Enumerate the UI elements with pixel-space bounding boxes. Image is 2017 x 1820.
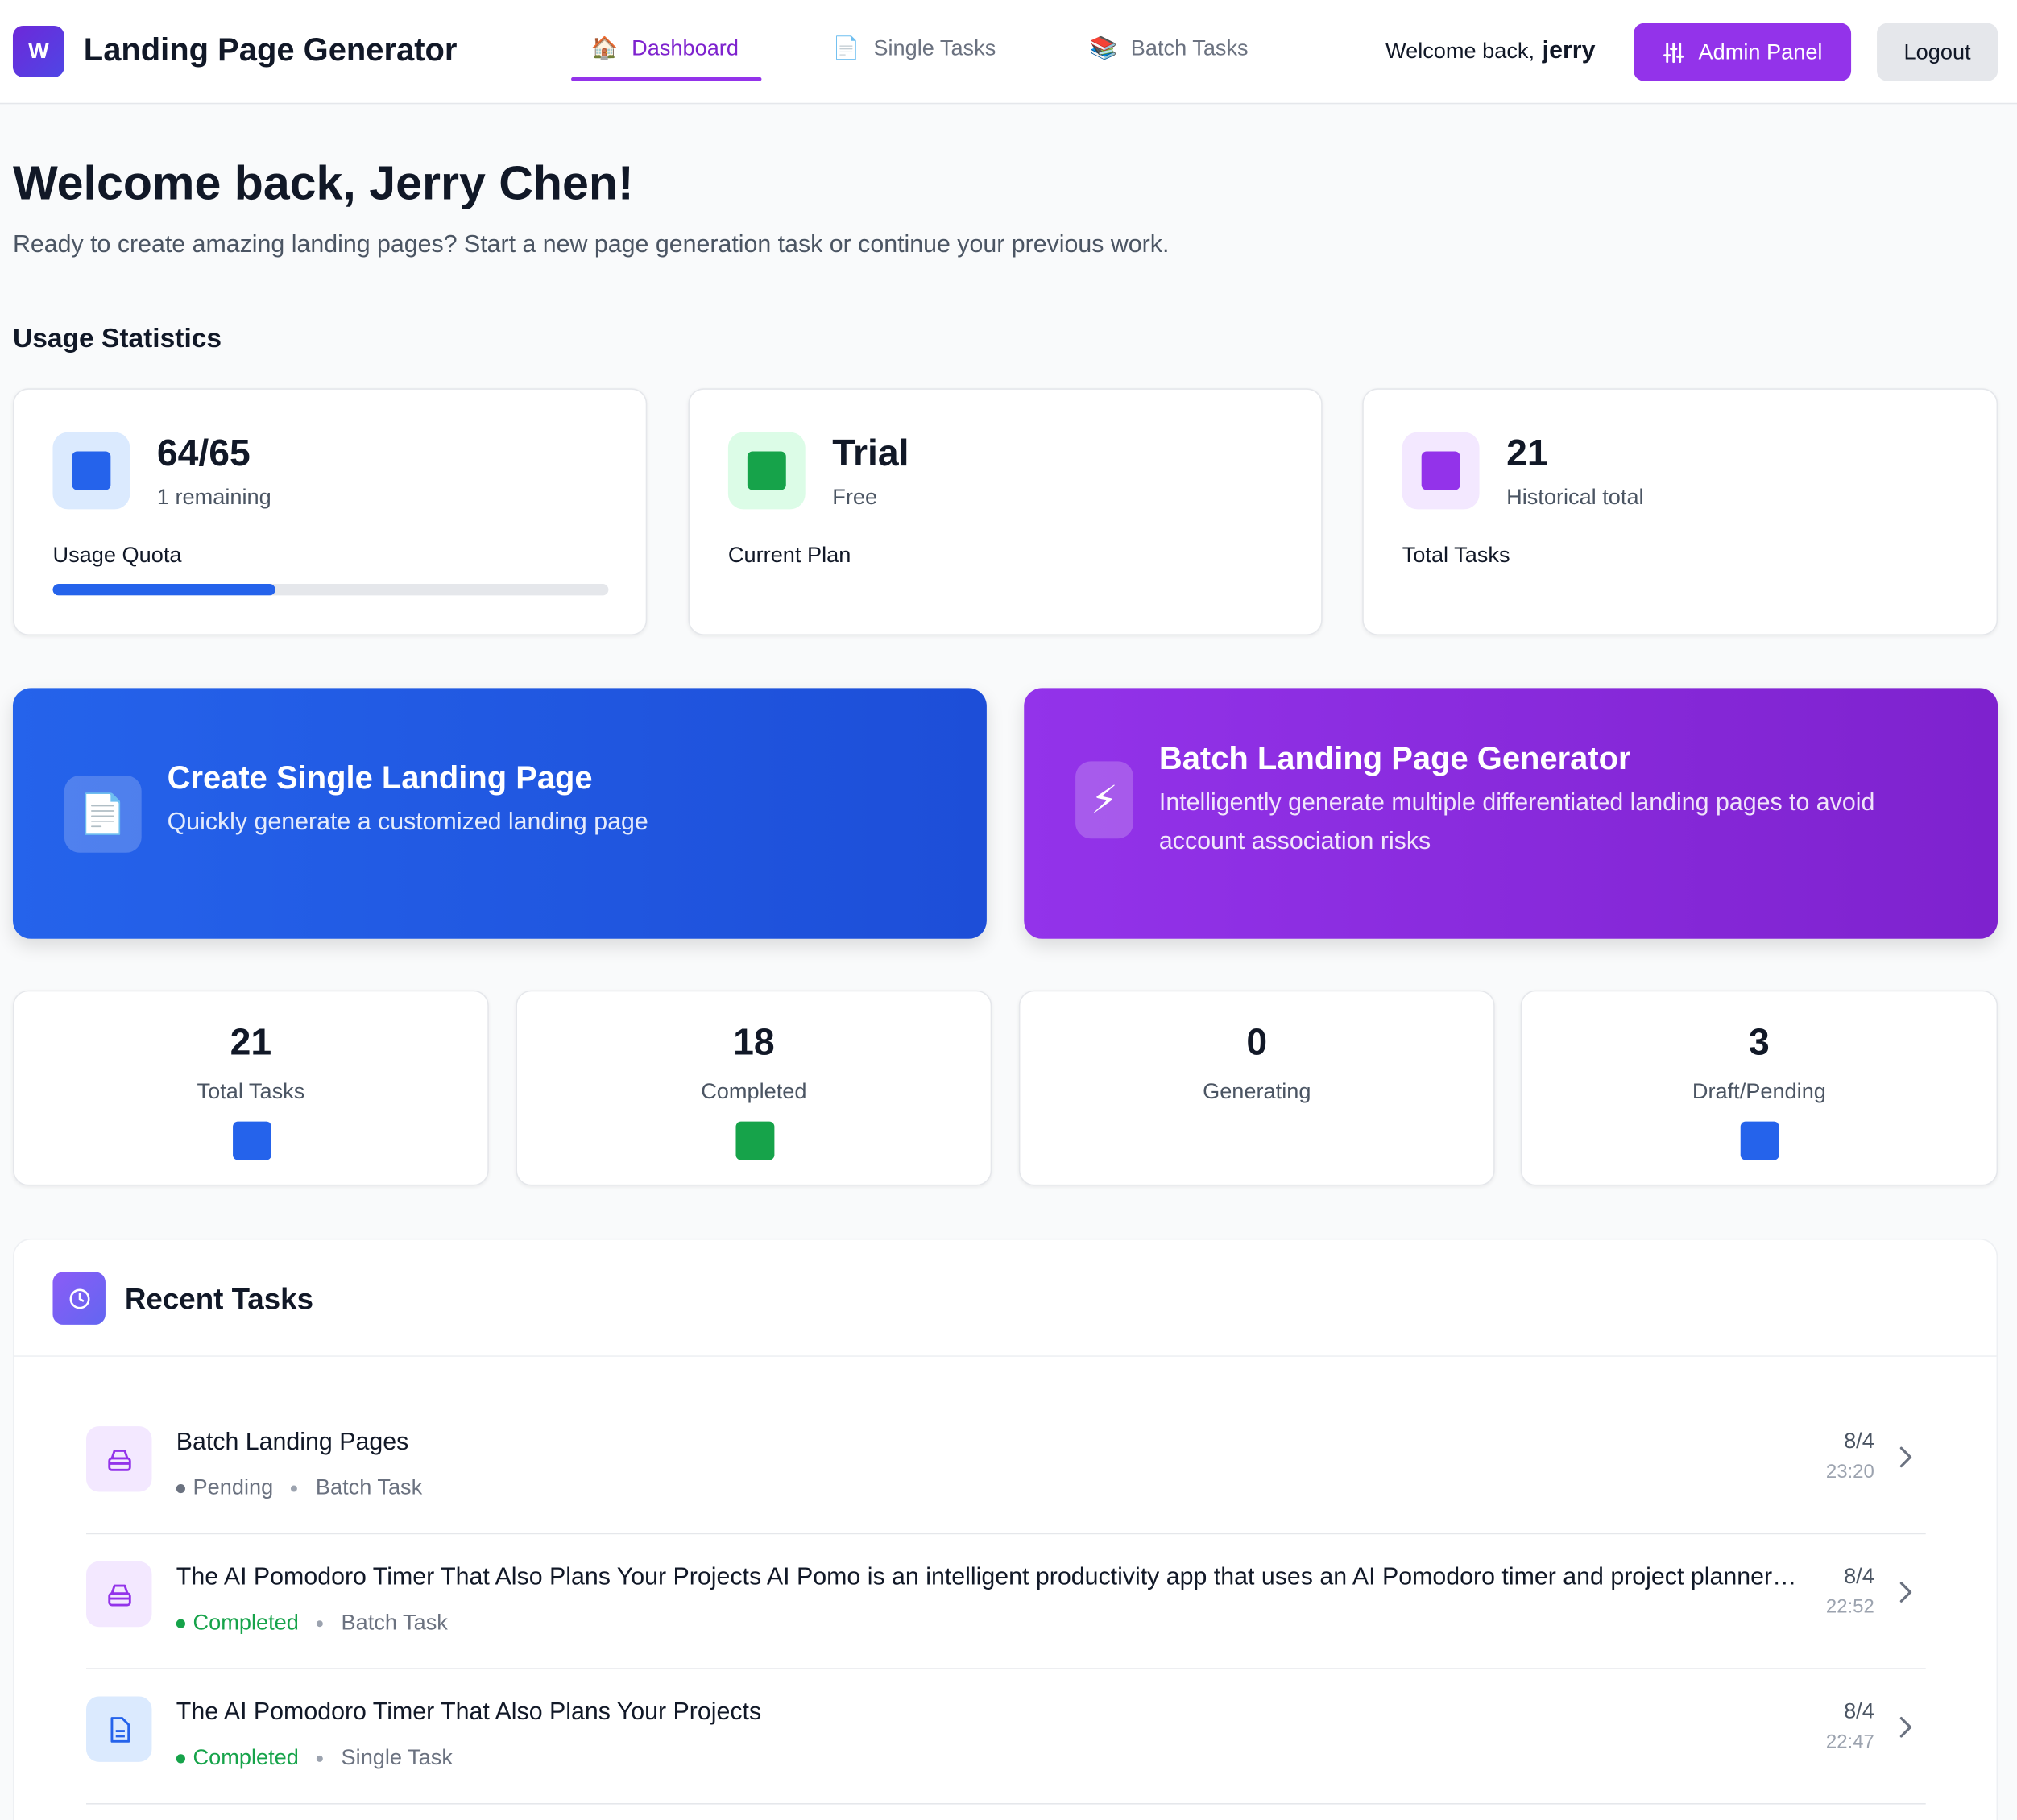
- quota-progress-fill: [52, 584, 275, 596]
- total-tasks-icon: [1402, 432, 1480, 510]
- count-draft-label: Draft/Pending: [1692, 1078, 1826, 1104]
- task-type: Batch Task: [315, 1475, 423, 1500]
- task-type: Batch Task: [341, 1610, 448, 1635]
- quota-progress-bar: [52, 584, 609, 596]
- batch-landing-page-generator-card[interactable]: ⚡ Batch Landing Page Generator Intellige…: [1024, 688, 1998, 939]
- stack-icon: [85, 1561, 152, 1628]
- single-card-desc: Quickly generate a customized landing pa…: [167, 809, 648, 837]
- count-generating-value: 0: [1246, 1022, 1268, 1064]
- batch-card-desc: Intelligently generate multiple differen…: [1158, 789, 1875, 856]
- page-icon: 📄: [64, 775, 142, 853]
- page-subtitle: Ready to create amazing landing pages? S…: [12, 231, 1170, 259]
- plan-value: Trial: [832, 433, 909, 475]
- task-row[interactable]: Batch Landing Pages Pending Batch Task 8…: [85, 1400, 1926, 1535]
- single-card-title: Create Single Landing Page: [167, 759, 593, 796]
- task-date: 8/4: [1844, 1698, 1874, 1723]
- total-tasks-value: 21: [1506, 433, 1548, 475]
- count-card-draft: 3 Draft/Pending: [1520, 990, 1998, 1186]
- chevron-right-icon[interactable]: [1890, 1712, 1920, 1743]
- house-icon: 🏠: [590, 35, 619, 61]
- recent-tasks-panel: Recent Tasks Batch Landing Pages Pending…: [12, 1238, 1998, 1820]
- clock-icon: [52, 1272, 106, 1325]
- task-row[interactable]: The AI Pomodoro Timer That Also Plans Yo…: [85, 1671, 1926, 1805]
- lightning-icon: ⚡: [1075, 761, 1133, 839]
- nav-single-tasks-label: Single Tasks: [873, 35, 996, 61]
- task-time: 22:47: [1825, 1731, 1874, 1753]
- welcome-user: Welcome back, jerry: [1385, 37, 1595, 65]
- recent-tasks-title: Recent Tasks: [124, 1282, 314, 1316]
- admin-panel-button[interactable]: Admin Panel: [1634, 23, 1852, 81]
- nav-batch-tasks-label: Batch Tasks: [1130, 35, 1249, 61]
- total-status-icon: [233, 1121, 271, 1160]
- nav-dashboard-label: Dashboard: [632, 35, 739, 61]
- count-generating-label: Generating: [1203, 1078, 1311, 1104]
- task-title[interactable]: The AI Pomodoro Timer That Also Plans Yo…: [176, 1699, 1800, 1727]
- batch-card-title: Batch Landing Page Generator: [1158, 740, 1631, 777]
- task-meta: Completed Single Task: [176, 1745, 453, 1771]
- task-status: Pending: [193, 1475, 274, 1500]
- dashboard-page: W Landing Page Generator 🏠 Dashboard 📄 S…: [0, 0, 2017, 1820]
- nav-active-indicator: [571, 77, 762, 81]
- draft-status-icon: [1740, 1121, 1779, 1160]
- count-total-value: 21: [230, 1022, 272, 1064]
- task-meta: Pending Batch Task: [176, 1475, 422, 1501]
- chevron-right-icon[interactable]: [1890, 1577, 1920, 1607]
- page-title: Welcome back, Jerry Chen!: [12, 156, 634, 210]
- nav-dashboard[interactable]: 🏠 Dashboard: [590, 36, 739, 62]
- task-date: 8/4: [1844, 1429, 1874, 1454]
- task-title[interactable]: The AI Pomodoro Timer That Also Plans Yo…: [176, 1564, 1800, 1592]
- usage-quota-card: 64/65 1 remaining Usage Quota: [12, 388, 648, 635]
- task-status: Completed: [193, 1610, 299, 1635]
- document-icon: 📄: [832, 35, 860, 61]
- task-status: Completed: [193, 1745, 299, 1770]
- recent-divider: [14, 1355, 1997, 1357]
- file-icon: [85, 1696, 152, 1762]
- completed-status-icon: [735, 1121, 775, 1160]
- total-tasks-sub: Historical total: [1506, 485, 1644, 510]
- logo-letter: W: [28, 38, 49, 64]
- plan-label: Current Plan: [727, 542, 851, 568]
- count-card-completed: 18 Completed: [516, 990, 992, 1186]
- count-total-label: Total Tasks: [197, 1078, 305, 1104]
- app-title[interactable]: Landing Page Generator: [84, 32, 458, 69]
- quota-value: 64/65: [156, 433, 251, 475]
- username: jerry: [1542, 37, 1596, 64]
- count-card-generating: 0 Generating: [1018, 990, 1495, 1186]
- task-time: 23:20: [1825, 1461, 1874, 1483]
- chevron-right-icon[interactable]: [1890, 1442, 1920, 1472]
- task-meta: Completed Batch Task: [176, 1610, 448, 1636]
- task-time: 22:52: [1825, 1595, 1874, 1619]
- create-single-landing-page-card[interactable]: 📄 Create Single Landing Page Quickly gen…: [12, 688, 987, 939]
- quota-remaining: 1 remaining: [156, 485, 271, 510]
- nav-single-tasks[interactable]: 📄 Single Tasks: [832, 36, 996, 62]
- task-date: 8/4: [1844, 1563, 1874, 1589]
- quota-icon: [52, 432, 130, 510]
- plan-icon: [727, 432, 806, 510]
- nav-batch-tasks[interactable]: 📚 Batch Tasks: [1090, 35, 1249, 62]
- count-draft-value: 3: [1748, 1022, 1770, 1064]
- quota-label: Usage Quota: [52, 542, 182, 568]
- top-navbar: W Landing Page Generator 🏠 Dashboard 📄 S…: [0, 0, 2017, 105]
- task-title[interactable]: Batch Landing Pages: [176, 1429, 1800, 1457]
- sliders-icon: [1663, 42, 1684, 63]
- logout-button[interactable]: Logout: [1877, 23, 1998, 81]
- count-completed-value: 18: [733, 1022, 775, 1064]
- plan-sub: Free: [832, 485, 878, 510]
- stack-icon: [85, 1426, 152, 1492]
- task-type: Single Task: [341, 1745, 453, 1770]
- count-completed-label: Completed: [701, 1078, 807, 1104]
- books-icon: 📚: [1090, 35, 1118, 61]
- total-tasks-label: Total Tasks: [1402, 542, 1510, 568]
- task-row[interactable]: The AI Pomodoro Timer That Also Plans Yo…: [85, 1536, 1926, 1669]
- welcome-prefix: Welcome back,: [1385, 38, 1535, 64]
- admin-panel-label: Admin Panel: [1698, 39, 1823, 64]
- count-card-total: 21 Total Tasks: [12, 990, 489, 1186]
- usage-statistics-title: Usage Statistics: [12, 324, 222, 354]
- total-tasks-card: 21 Historical total Total Tasks: [1362, 388, 1998, 635]
- current-plan-card: Trial Free Current Plan: [688, 388, 1323, 635]
- logo-icon[interactable]: W: [12, 25, 64, 77]
